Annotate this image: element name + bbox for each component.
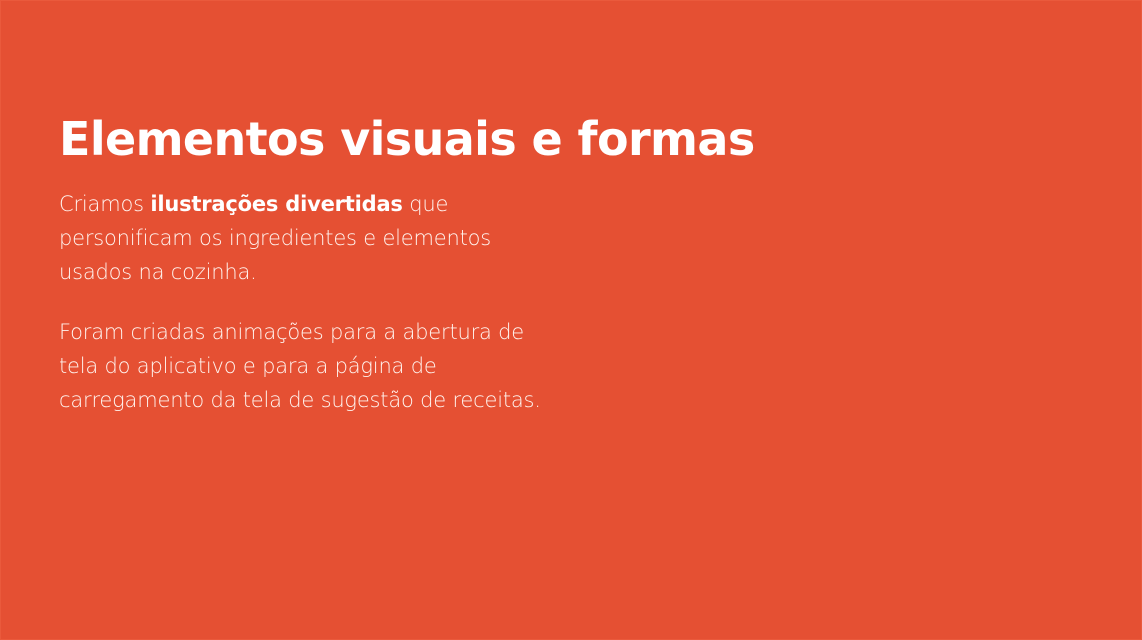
paragraph-animations: Foram criadas animações para a abertura … [59, 315, 659, 417]
paragraph-line: carregamento da tela de sugestão de rece… [59, 387, 541, 412]
paragraph-line: tela do aplicativo e para a página de [59, 353, 437, 378]
text-segment: Criamos [59, 191, 151, 216]
paragraph-line: Foram criadas animações para a abertura … [59, 319, 525, 344]
paragraph-illustrations: Criamos ilustrações divertidas que perso… [59, 187, 659, 289]
paragraph-line: usados na cozinha. [59, 259, 257, 284]
paragraph-line: personificam os ingredientes e elementos [59, 225, 492, 250]
slide-title: Elementos visuais e formas [59, 112, 755, 166]
highlighted-text: ilustrações divertidas [150, 191, 403, 216]
slide-content: Elementos visuais e formas Criamos ilust… [59, 111, 859, 417]
text-segment: que [402, 191, 449, 216]
paragraph-line: Criamos ilustrações divertidas que [59, 187, 659, 221]
slide: Elementos visuais e formas Criamos ilust… [0, 0, 1142, 640]
